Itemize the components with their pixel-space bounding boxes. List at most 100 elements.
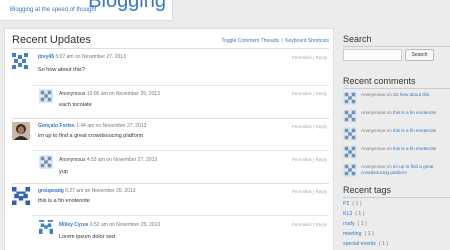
recent-comment-post-link[interactable]: this is a fin enotenote	[393, 146, 436, 151]
recent-comment-author: Anonymous	[361, 146, 386, 151]
reply-link[interactable]: Reply	[315, 124, 327, 129]
recent-comment-text: Anonymous on this is a fin enotenote	[361, 110, 436, 116]
post-date[interactable]: November 25, 2013	[92, 188, 136, 194]
reply-link[interactable]: Reply	[315, 55, 327, 60]
permalink-link[interactable]: Permalink	[292, 91, 312, 96]
comment-date[interactable]: November 25, 2013	[116, 91, 160, 97]
search-input[interactable]	[343, 49, 402, 61]
blog-tagline: Blogging at the speed of thought	[10, 7, 97, 13]
comment-time[interactable]: 6:52 am	[90, 222, 108, 228]
recent-comment-item: Anonymous on this is a fin enotenote	[343, 145, 450, 161]
tag-link[interactable]: roafy	[343, 221, 355, 227]
post-text: this is a fin enotenote	[38, 198, 90, 204]
comment-meta: Milley Cyrus 6:52 am on November 25, 201…	[59, 222, 160, 228]
blog-title[interactable]: Blogging	[88, 0, 166, 11]
tag-link[interactable]: special events	[343, 241, 376, 247]
identicon-icon	[343, 91, 357, 105]
tag-count: ( 1 )	[357, 221, 367, 227]
comment-actions: Permalink | Reply	[292, 91, 327, 96]
recent-comment-item: Anonymous on this is a fin enotenote	[343, 109, 450, 125]
permalink-link[interactable]: Permalink	[292, 222, 312, 227]
post-author-link[interactable]: Gonçalo Fortes	[38, 123, 75, 129]
reply-link[interactable]: Reply	[315, 91, 327, 96]
tag-count: ( 1 )	[355, 211, 365, 217]
comment-item: Anonymous 10:00 am on November 25, 2013 …	[32, 85, 329, 117]
divider	[343, 197, 450, 198]
recent-comment-on: on	[386, 146, 392, 151]
blog-header: Blogging Blogging at the speed of though…	[0, 0, 173, 21]
post-time[interactable]: 1:44 am	[76, 123, 94, 129]
permalink-link[interactable]: Permalink	[292, 189, 312, 194]
identicon-icon	[343, 109, 357, 123]
search-button[interactable]: Search	[405, 49, 434, 61]
recent-tags-title: Recent tags	[343, 185, 392, 195]
recent-comment-on: on	[386, 92, 392, 97]
post-on: on	[74, 54, 81, 60]
avatar	[343, 91, 357, 105]
identicon-icon	[343, 163, 357, 177]
tag-link[interactable]: P2	[343, 201, 349, 207]
recent-comment-on: on	[386, 164, 392, 169]
comment-actions: Permalink | Reply	[292, 222, 327, 227]
links-separator: |	[281, 38, 283, 44]
reply-link[interactable]: Reply	[315, 189, 327, 194]
identicon-icon	[12, 53, 28, 69]
identicon-icon	[343, 127, 357, 141]
reply-link[interactable]: Reply	[315, 157, 327, 162]
comment-text: Lorem ipsum dolor sed	[59, 234, 115, 240]
post-date[interactable]: November 27, 2013	[82, 54, 126, 60]
comment-date[interactable]: November 27, 2013	[113, 157, 157, 163]
tag-item: KL3( 1 )	[343, 211, 364, 217]
reply-link[interactable]: Reply	[315, 222, 327, 227]
recent-comment-post-link[interactable]: this is a fin enotenote	[393, 128, 436, 133]
recent-updates-panel: Recent Updates Toggle Comment Threads | …	[4, 28, 334, 250]
divider	[12, 183, 329, 184]
comment-on: on	[109, 222, 115, 228]
identicon-icon	[343, 145, 357, 159]
post-author-link[interactable]: jtrey45	[38, 54, 54, 60]
post-time[interactable]: 6:27 am	[65, 188, 83, 194]
search-title: Search	[343, 34, 372, 44]
post-author-link[interactable]: groupeadg	[38, 188, 64, 194]
avatar	[343, 163, 357, 177]
avatar[interactable]	[12, 122, 30, 140]
toggle-comment-threads-link[interactable]: Toggle Comment Threads	[222, 38, 279, 44]
tag-link[interactable]: KL3	[343, 211, 352, 217]
post-time[interactable]: 5:07 am	[56, 54, 74, 60]
avatar	[39, 89, 53, 103]
avatar[interactable]	[39, 220, 53, 234]
comment-author-link[interactable]: Milley Cyrus	[59, 222, 88, 228]
comment-text: each tocolate	[59, 102, 92, 108]
post-date[interactable]: November 27, 2013	[103, 123, 147, 129]
recent-updates-title: Recent Updates	[12, 34, 91, 46]
comment-time[interactable]: 10:00 am	[87, 91, 108, 97]
sidebar: Search Search Recent comments Anonymous …	[338, 28, 450, 250]
post-on: on	[84, 188, 91, 194]
post-actions: Permalink | Reply	[292, 189, 327, 194]
thread-links: Toggle Comment Threads | Keyboard Shortc…	[222, 38, 329, 44]
comment-item: Milley Cyrus 6:52 am on November 25, 201…	[32, 215, 329, 249]
permalink-link[interactable]: Permalink	[292, 157, 312, 162]
recent-comment-author: Anonymous	[361, 92, 386, 97]
recent-comment-text: Anonymous on So how about this	[361, 92, 429, 98]
comment-time[interactable]: 4:53 am	[87, 157, 105, 163]
recent-comment-post-link[interactable]: So how about this	[393, 92, 430, 97]
comment-meta: Anonymous 4:53 am on November 27, 2013	[59, 157, 157, 163]
permalink-link[interactable]: Permalink	[292, 124, 312, 129]
comment-date[interactable]: November 25, 2013	[116, 222, 160, 228]
comment-actions: Permalink | Reply	[292, 157, 327, 162]
identicon-icon	[39, 89, 53, 103]
identicon-icon	[12, 187, 30, 205]
permalink-link[interactable]: Permalink	[292, 55, 312, 60]
recent-comment-post-link[interactable]: this is a fin enotenote	[393, 110, 436, 115]
identicon-icon	[39, 155, 53, 169]
tag-link[interactable]: meeting	[343, 231, 361, 237]
recent-comment-text: Anonymous on this is a fin enotenote	[361, 128, 436, 134]
avatar	[343, 127, 357, 141]
avatar[interactable]	[12, 53, 28, 69]
recent-comment-item: Anonymous on So how about this	[343, 91, 450, 107]
divider	[343, 46, 450, 47]
avatar	[343, 145, 357, 159]
avatar[interactable]	[12, 187, 30, 205]
keyboard-shortcuts-link[interactable]: Keyboard Shortcuts	[285, 38, 329, 44]
